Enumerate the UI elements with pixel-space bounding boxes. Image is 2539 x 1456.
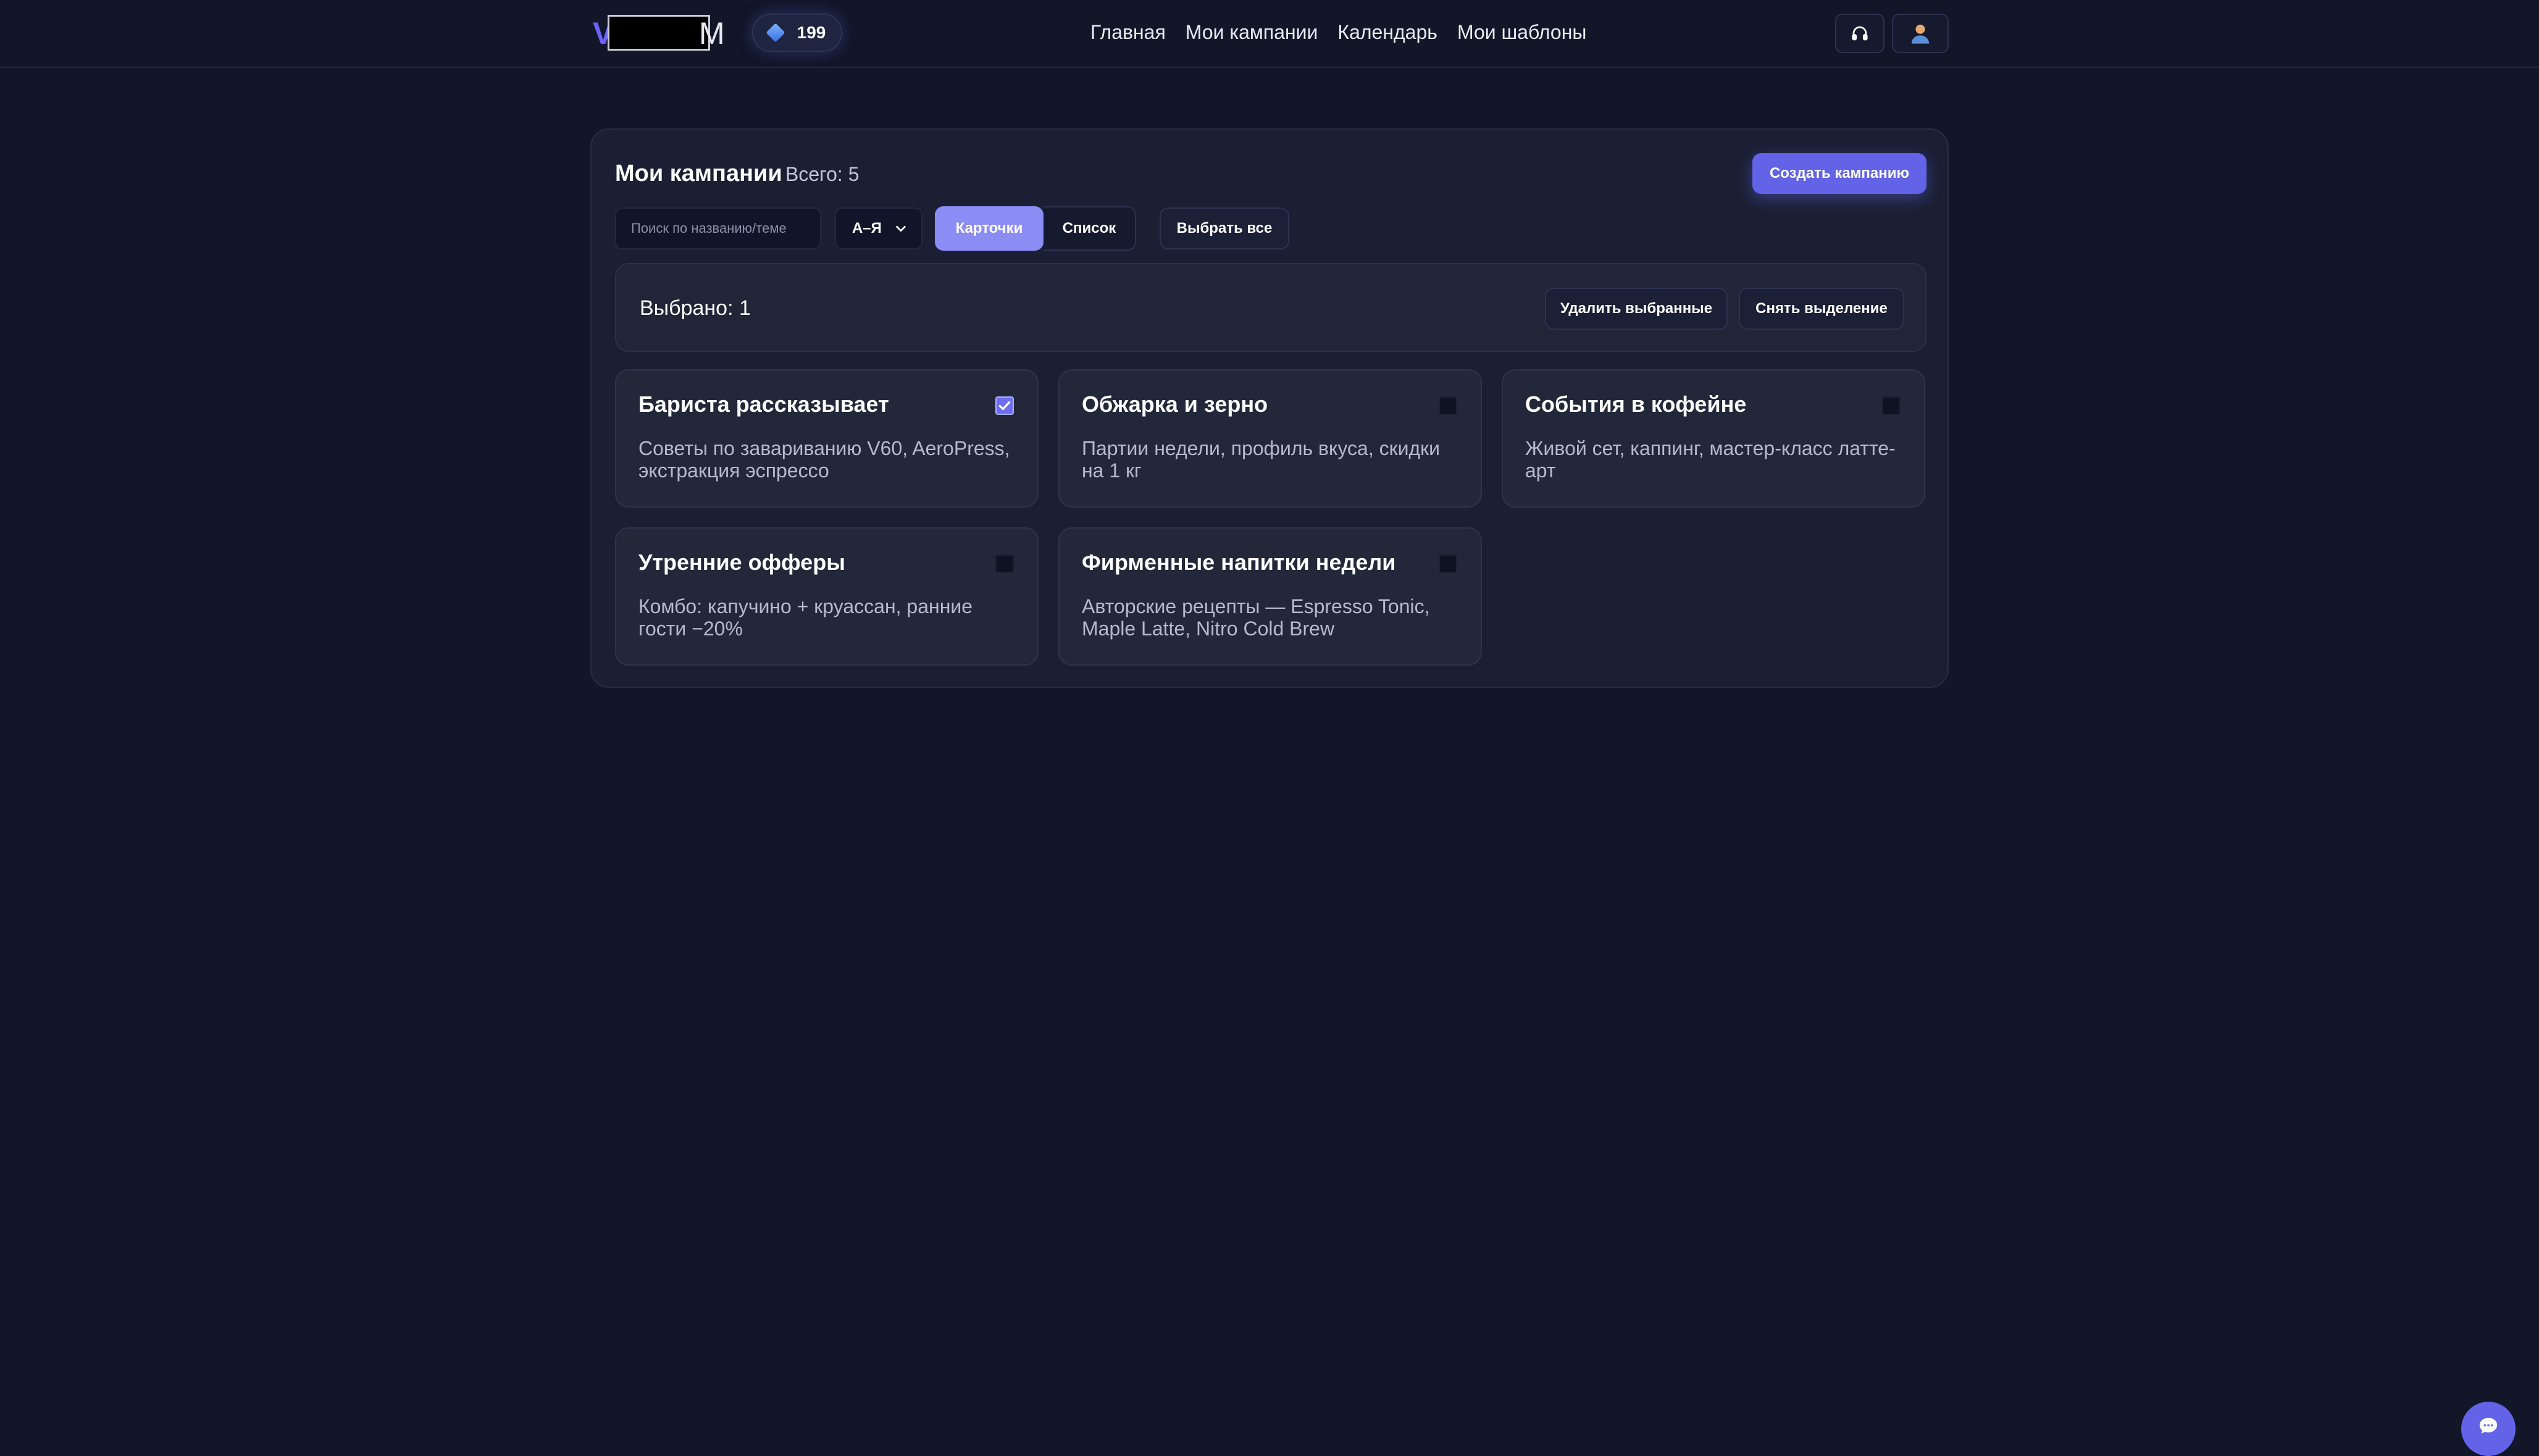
- card-description: Авторские рецепты — Espresso Tonic, Mapl…: [1082, 595, 1430, 640]
- user-avatar-icon: [1911, 24, 1930, 44]
- card-checkbox[interactable]: [995, 396, 1014, 415]
- card-checkbox[interactable]: [1439, 396, 1457, 415]
- profile-button[interactable]: [1892, 14, 1949, 53]
- card-description: Живой сет, каппинг, мастер-класс латте-а…: [1525, 437, 1896, 482]
- top-bar: V M 199 Главная Мои кампании Календарь М…: [0, 0, 2539, 68]
- campaign-card[interactable]: Утренние офферы Комбо: капучино + круасс…: [615, 527, 1039, 666]
- selection-bar: Выбрано: 1 Удалить выбранные Снять выдел…: [615, 263, 1926, 352]
- nav-item-calendar[interactable]: Календарь: [1337, 19, 1437, 46]
- gem-icon: [766, 23, 785, 43]
- total-count: Всего: 5: [785, 163, 860, 185]
- nav-item-campaigns[interactable]: Мои кампании: [1186, 19, 1318, 46]
- logo-redaction: [608, 15, 710, 51]
- headset-icon: [1852, 26, 1868, 41]
- delete-selected-button[interactable]: Удалить выбранные: [1545, 288, 1728, 330]
- nav-item-templates[interactable]: Мои шаблоны: [1457, 19, 1586, 46]
- campaign-card[interactable]: Обжарка и зерно Партии недели, профиль в…: [1058, 369, 1482, 508]
- card-checkbox[interactable]: [1439, 554, 1457, 573]
- page-title: Мои кампании: [615, 161, 782, 186]
- select-all-button[interactable]: Выбрать все: [1160, 207, 1289, 249]
- support-button[interactable]: [1835, 14, 1884, 53]
- main-nav: Главная Мои кампании Календарь Мои шабло…: [1090, 19, 1586, 46]
- logo-tail: M: [699, 16, 725, 51]
- sort-label: А–Я: [852, 220, 882, 236]
- chat-bubble-icon: [2479, 1418, 2498, 1434]
- selected-count: Выбрано: 1: [640, 296, 751, 320]
- card-title: События в кофейне: [1525, 391, 1747, 417]
- campaign-card[interactable]: Бариста рассказывает Советы по завариван…: [615, 369, 1039, 508]
- card-title: Обжарка и зерно: [1082, 391, 1268, 417]
- view-cards-toggle[interactable]: Карточки: [935, 206, 1044, 251]
- chat-button[interactable]: [2461, 1402, 2516, 1456]
- campaign-card[interactable]: Фирменные напитки недели Авторские рецеп…: [1058, 527, 1482, 666]
- card-title: Фирменные напитки недели: [1082, 550, 1396, 575]
- search-input[interactable]: [615, 207, 821, 249]
- clear-selection-button[interactable]: Снять выделение: [1739, 288, 1904, 330]
- campaign-card[interactable]: События в кофейне Живой сет, каппинг, ма…: [1502, 369, 1925, 508]
- campaigns-panel: Мои кампании Всего: 5 Создать кампанию А…: [590, 128, 1949, 688]
- card-description: Комбо: капучино + круассан, ранние гости…: [638, 595, 973, 640]
- card-checkbox[interactable]: [995, 554, 1014, 573]
- balance-badge[interactable]: 199: [752, 14, 842, 52]
- balance-value: 199: [797, 23, 826, 42]
- sort-select[interactable]: А–Я: [835, 207, 922, 249]
- logo[interactable]: V M: [593, 14, 725, 53]
- card-description: Советы по завариванию V60, AeroPress, эк…: [638, 437, 1010, 482]
- create-campaign-button[interactable]: Создать кампанию: [1752, 153, 1926, 194]
- view-list-toggle[interactable]: Список: [1044, 206, 1136, 251]
- nav-item-home[interactable]: Главная: [1090, 19, 1166, 46]
- card-title: Бариста рассказывает: [638, 391, 889, 417]
- chevron-down-icon: [896, 225, 906, 232]
- card-description: Партии недели, профиль вкуса, скидки на …: [1082, 437, 1441, 482]
- checkmark-icon: [998, 401, 1011, 411]
- card-checkbox[interactable]: [1882, 396, 1901, 415]
- card-title: Утренние офферы: [638, 550, 845, 575]
